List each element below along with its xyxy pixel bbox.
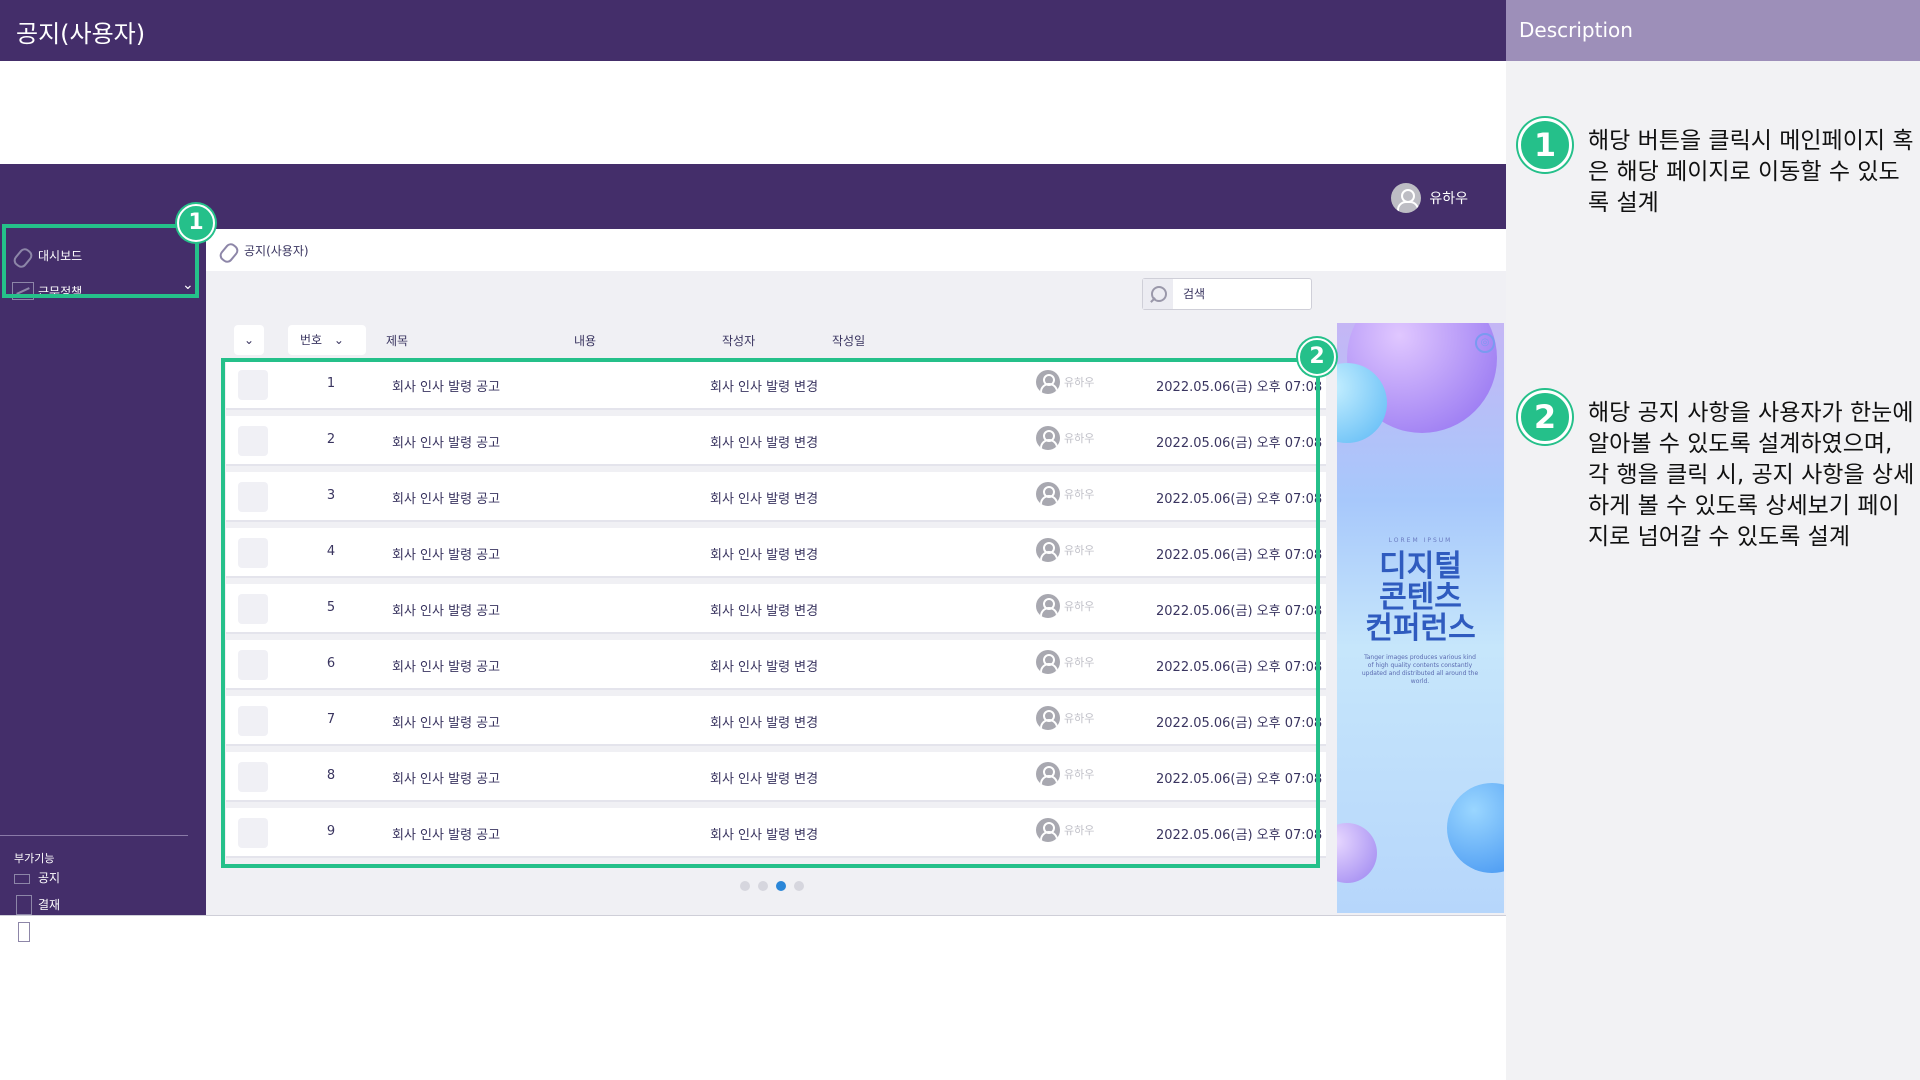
description-number-badge: 1 [1518,118,1572,172]
banner-title: 디지털 콘텐츠 컨퍼런스 [1365,549,1476,646]
page-title: 공지(사용자) [16,20,146,48]
top-header: 공지(사용자) [0,0,1506,61]
sidebar-item-approval[interactable]: 결재 [12,890,60,918]
description-header: Description [1506,0,1920,61]
column-header-date: 작성일 [832,334,866,348]
search-box[interactable] [1142,278,1312,310]
divider [0,915,1506,916]
select-all-dropdown[interactable]: ⌄ [234,325,264,355]
search-icon[interactable] [1143,279,1173,309]
search-input[interactable] [1181,286,1311,302]
user-avatar-icon [1391,183,1422,213]
pagination-dot[interactable] [758,881,768,891]
breadcrumb-bar: 공지(사용자) [206,229,1506,271]
banner-bubble [1337,823,1377,883]
sidebar-item-notice[interactable]: 공지 [12,863,60,891]
pagination-dot[interactable] [794,881,804,891]
sort-label: 번호 [300,333,323,347]
description-text: 해당 버튼을 클릭시 메인페이지 혹은 해당 페이지로 이동할 수 있도록 설계 [1588,128,1914,216]
breadcrumb-label: 공지(사용자) [244,243,309,258]
column-header-author: 작성자 [722,334,756,348]
column-header-content: 내용 [574,334,597,348]
sidebar-item-label: 공지 [38,870,61,885]
pagination [740,881,804,891]
chevron-down-icon: ⌄ [333,333,344,347]
sidebar-item-label: 결재 [38,897,61,912]
annotation-box-1 [2,224,199,298]
document-icon [12,895,34,915]
pagination-dot[interactable] [740,881,750,891]
banner-settings-icon[interactable]: ◎ [1475,333,1495,353]
promo-banner[interactable]: ◎ LOREM IPSUM 디지털 콘텐츠 컨퍼런스 Tanger images… [1337,323,1504,913]
banner-small-text: LOREM IPSUM [1388,537,1453,544]
chevron-down-icon: ⌄ [243,333,255,347]
pagination-dot[interactable] [776,881,786,891]
sidebar-divider [0,835,188,836]
user-name: 유하우 [1429,191,1468,207]
sidebar-item-company[interactable]: 회사 [12,917,60,945]
paperclip-icon [218,241,240,259]
banner-bubble [1447,783,1504,873]
sidebar-item-label: 회사 [38,924,61,939]
annotation-badge-1: 1 [177,204,215,242]
description-title: Description [1519,18,1633,42]
banner-description: Tanger images produces various kind of h… [1361,654,1479,685]
megaphone-icon [12,868,34,886]
description-text: 해당 공지 사항을 사용자가 한눈에 알아볼 수 있도록 설계하였으며, 각 행… [1588,400,1915,550]
user-profile[interactable]: 유하우 [1391,182,1468,214]
annotation-box-2 [221,358,1320,868]
description-panel: Description 1 해당 버튼을 클릭시 메인페이지 혹은 해당 페이지… [1506,0,1920,1080]
table-header: ⌄ 번호 ⌄ 제목 내용 작성자 작성일 [232,321,1322,357]
breadcrumb: 공지(사용자) [218,241,309,259]
building-icon [12,922,34,942]
column-header-title: 제목 [386,334,409,348]
annotation-badge-2: 2 [1298,338,1336,376]
description-number-badge: 2 [1518,390,1572,444]
app-header: 유하우 [0,164,1506,229]
sidebar: 대시보드 근무정책 ⌄ 부가기능 공지 결재 회사 [0,229,206,942]
sort-dropdown[interactable]: 번호 ⌄ [288,325,366,355]
